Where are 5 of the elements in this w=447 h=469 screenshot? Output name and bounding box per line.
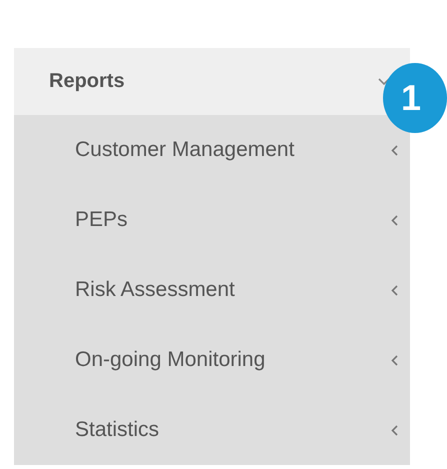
- menu-item[interactable]: On-going Monitoring: [14, 325, 410, 395]
- step-badge: 1: [383, 63, 447, 133]
- menu-item[interactable]: Risk Assessment: [14, 255, 410, 325]
- menu-item[interactable]: Statistics: [14, 395, 410, 465]
- menu-item[interactable]: PEPs: [14, 185, 410, 255]
